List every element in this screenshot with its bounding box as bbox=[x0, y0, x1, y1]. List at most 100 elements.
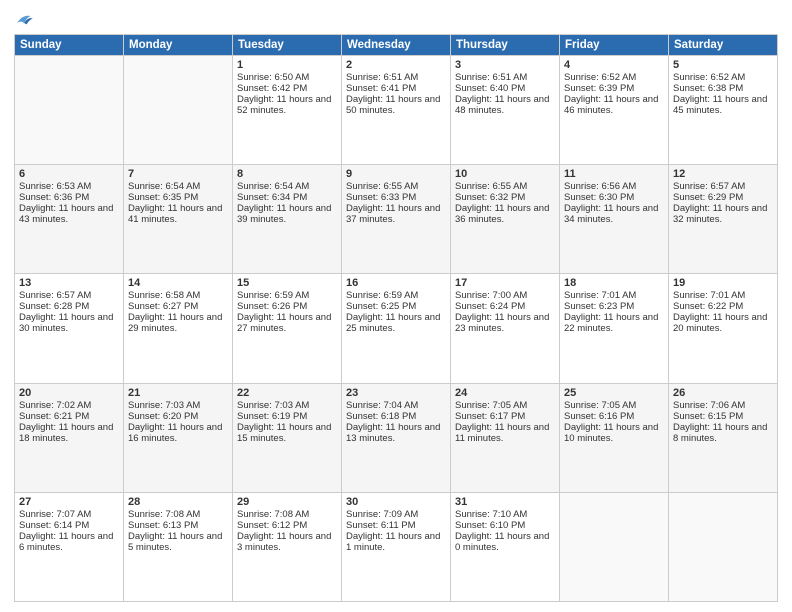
day-text: Sunrise: 7:04 AM bbox=[346, 400, 446, 411]
day-number: 20 bbox=[19, 387, 119, 399]
day-text: Sunset: 6:30 PM bbox=[564, 192, 664, 203]
day-text: Sunrise: 6:56 AM bbox=[564, 181, 664, 192]
calendar-cell: 20Sunrise: 7:02 AMSunset: 6:21 PMDayligh… bbox=[15, 383, 124, 492]
day-text: Sunrise: 7:08 AM bbox=[128, 509, 228, 520]
day-text: Sunset: 6:36 PM bbox=[19, 192, 119, 203]
calendar-cell: 11Sunrise: 6:56 AMSunset: 6:30 PMDayligh… bbox=[560, 165, 669, 274]
day-text: Sunrise: 6:52 AM bbox=[564, 72, 664, 83]
day-header-monday: Monday bbox=[124, 35, 233, 56]
day-number: 23 bbox=[346, 387, 446, 399]
day-text: Daylight: 11 hours and 13 minutes. bbox=[346, 422, 446, 444]
day-number: 6 bbox=[19, 168, 119, 180]
calendar-cell: 16Sunrise: 6:59 AMSunset: 6:25 PMDayligh… bbox=[342, 274, 451, 383]
calendar-cell: 18Sunrise: 7:01 AMSunset: 6:23 PMDayligh… bbox=[560, 274, 669, 383]
day-number: 29 bbox=[237, 496, 337, 508]
day-text: Sunset: 6:27 PM bbox=[128, 301, 228, 312]
calendar-cell: 6Sunrise: 6:53 AMSunset: 6:36 PMDaylight… bbox=[15, 165, 124, 274]
day-text: Daylight: 11 hours and 18 minutes. bbox=[19, 422, 119, 444]
day-text: Sunset: 6:38 PM bbox=[673, 83, 773, 94]
day-number: 3 bbox=[455, 59, 555, 71]
day-text: Sunrise: 6:57 AM bbox=[673, 181, 773, 192]
day-text: Sunset: 6:34 PM bbox=[237, 192, 337, 203]
day-text: Sunrise: 7:03 AM bbox=[128, 400, 228, 411]
calendar-cell: 17Sunrise: 7:00 AMSunset: 6:24 PMDayligh… bbox=[451, 274, 560, 383]
calendar-cell: 26Sunrise: 7:06 AMSunset: 6:15 PMDayligh… bbox=[669, 383, 778, 492]
day-number: 17 bbox=[455, 277, 555, 289]
day-text: Sunrise: 7:07 AM bbox=[19, 509, 119, 520]
calendar-cell: 14Sunrise: 6:58 AMSunset: 6:27 PMDayligh… bbox=[124, 274, 233, 383]
day-number: 26 bbox=[673, 387, 773, 399]
calendar-cell: 31Sunrise: 7:10 AMSunset: 6:10 PMDayligh… bbox=[451, 492, 560, 601]
calendar-cell: 12Sunrise: 6:57 AMSunset: 6:29 PMDayligh… bbox=[669, 165, 778, 274]
day-number: 19 bbox=[673, 277, 773, 289]
day-number: 16 bbox=[346, 277, 446, 289]
day-text: Sunset: 6:19 PM bbox=[237, 411, 337, 422]
day-text: Sunset: 6:11 PM bbox=[346, 520, 446, 531]
calendar-cell: 21Sunrise: 7:03 AMSunset: 6:20 PMDayligh… bbox=[124, 383, 233, 492]
day-text: Sunset: 6:16 PM bbox=[564, 411, 664, 422]
day-text: Daylight: 11 hours and 37 minutes. bbox=[346, 203, 446, 225]
day-text: Daylight: 11 hours and 39 minutes. bbox=[237, 203, 337, 225]
day-number: 14 bbox=[128, 277, 228, 289]
day-number: 13 bbox=[19, 277, 119, 289]
day-text: Daylight: 11 hours and 34 minutes. bbox=[564, 203, 664, 225]
day-text: Daylight: 11 hours and 36 minutes. bbox=[455, 203, 555, 225]
day-text: Daylight: 11 hours and 41 minutes. bbox=[128, 203, 228, 225]
day-number: 9 bbox=[346, 168, 446, 180]
calendar-cell bbox=[124, 56, 233, 165]
day-text: Daylight: 11 hours and 3 minutes. bbox=[237, 531, 337, 553]
day-text: Daylight: 11 hours and 11 minutes. bbox=[455, 422, 555, 444]
day-number: 15 bbox=[237, 277, 337, 289]
day-text: Sunset: 6:10 PM bbox=[455, 520, 555, 531]
day-text: Sunset: 6:18 PM bbox=[346, 411, 446, 422]
calendar-cell bbox=[560, 492, 669, 601]
day-text: Daylight: 11 hours and 0 minutes. bbox=[455, 531, 555, 553]
day-text: Sunrise: 6:52 AM bbox=[673, 72, 773, 83]
day-text: Daylight: 11 hours and 46 minutes. bbox=[564, 94, 664, 116]
calendar-cell: 13Sunrise: 6:57 AMSunset: 6:28 PMDayligh… bbox=[15, 274, 124, 383]
day-number: 4 bbox=[564, 59, 664, 71]
day-text: Daylight: 11 hours and 6 minutes. bbox=[19, 531, 119, 553]
calendar-cell: 24Sunrise: 7:05 AMSunset: 6:17 PMDayligh… bbox=[451, 383, 560, 492]
day-text: Daylight: 11 hours and 25 minutes. bbox=[346, 312, 446, 334]
day-text: Sunrise: 7:05 AM bbox=[564, 400, 664, 411]
day-text: Daylight: 11 hours and 10 minutes. bbox=[564, 422, 664, 444]
day-text: Sunrise: 6:55 AM bbox=[455, 181, 555, 192]
day-header-friday: Friday bbox=[560, 35, 669, 56]
day-text: Daylight: 11 hours and 22 minutes. bbox=[564, 312, 664, 334]
day-text: Sunrise: 7:09 AM bbox=[346, 509, 446, 520]
calendar-cell: 15Sunrise: 6:59 AMSunset: 6:26 PMDayligh… bbox=[233, 274, 342, 383]
day-number: 10 bbox=[455, 168, 555, 180]
day-number: 11 bbox=[564, 168, 664, 180]
day-text: Sunset: 6:42 PM bbox=[237, 83, 337, 94]
day-number: 21 bbox=[128, 387, 228, 399]
day-number: 12 bbox=[673, 168, 773, 180]
day-number: 30 bbox=[346, 496, 446, 508]
day-text: Sunset: 6:20 PM bbox=[128, 411, 228, 422]
calendar-cell: 2Sunrise: 6:51 AMSunset: 6:41 PMDaylight… bbox=[342, 56, 451, 165]
day-text: Daylight: 11 hours and 16 minutes. bbox=[128, 422, 228, 444]
day-text: Daylight: 11 hours and 29 minutes. bbox=[128, 312, 228, 334]
day-text: Sunset: 6:22 PM bbox=[673, 301, 773, 312]
logo-bird-icon bbox=[16, 10, 34, 28]
day-text: Sunrise: 7:05 AM bbox=[455, 400, 555, 411]
day-text: Sunset: 6:13 PM bbox=[128, 520, 228, 531]
day-number: 31 bbox=[455, 496, 555, 508]
day-text: Sunrise: 7:00 AM bbox=[455, 290, 555, 301]
calendar-cell: 4Sunrise: 6:52 AMSunset: 6:39 PMDaylight… bbox=[560, 56, 669, 165]
day-text: Daylight: 11 hours and 30 minutes. bbox=[19, 312, 119, 334]
day-text: Daylight: 11 hours and 48 minutes. bbox=[455, 94, 555, 116]
day-number: 7 bbox=[128, 168, 228, 180]
calendar-table: SundayMondayTuesdayWednesdayThursdayFrid… bbox=[14, 34, 778, 602]
day-text: Sunrise: 7:02 AM bbox=[19, 400, 119, 411]
day-header-wednesday: Wednesday bbox=[342, 35, 451, 56]
day-text: Sunrise: 6:51 AM bbox=[455, 72, 555, 83]
calendar-cell: 7Sunrise: 6:54 AMSunset: 6:35 PMDaylight… bbox=[124, 165, 233, 274]
day-text: Sunrise: 6:58 AM bbox=[128, 290, 228, 301]
calendar-cell: 19Sunrise: 7:01 AMSunset: 6:22 PMDayligh… bbox=[669, 274, 778, 383]
day-text: Daylight: 11 hours and 5 minutes. bbox=[128, 531, 228, 553]
day-text: Sunrise: 6:51 AM bbox=[346, 72, 446, 83]
day-text: Sunset: 6:21 PM bbox=[19, 411, 119, 422]
day-text: Sunset: 6:15 PM bbox=[673, 411, 773, 422]
day-text: Daylight: 11 hours and 43 minutes. bbox=[19, 203, 119, 225]
